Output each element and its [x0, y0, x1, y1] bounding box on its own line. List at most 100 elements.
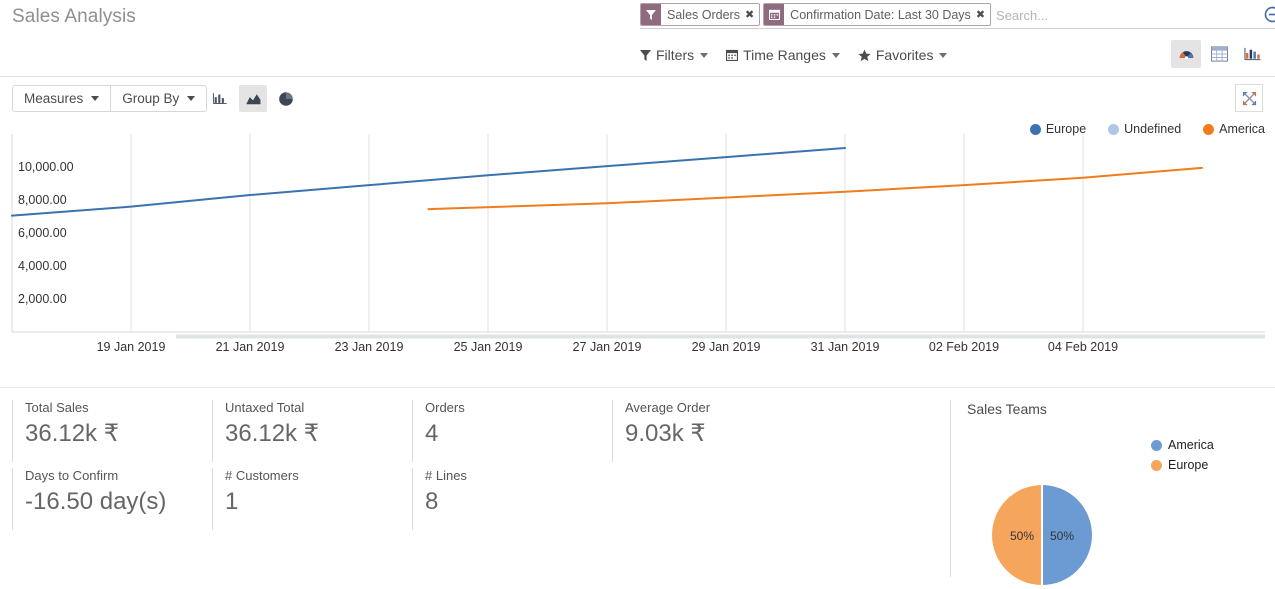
- chevron-down-icon: [939, 52, 948, 58]
- legend-label: America: [1168, 438, 1214, 452]
- svg-text:21 Jan 2019: 21 Jan 2019: [216, 340, 285, 354]
- search-facet-label: Confirmation Date: Last 30 Days: [790, 7, 971, 22]
- svg-text:25 Jan 2019: 25 Jan 2019: [454, 340, 523, 354]
- kpi-value: 1: [225, 488, 239, 515]
- expand-button[interactable]: [1235, 84, 1263, 112]
- measures-button[interactable]: Measures: [13, 86, 111, 111]
- filter-icon: [640, 49, 651, 61]
- line-chart-panel: Europe Undefined America 2,000.00 4,000.0…: [0, 122, 1275, 387]
- kpi-label: # Lines: [425, 468, 467, 483]
- kpi-value: 9.03k ₹: [625, 420, 706, 447]
- kpi-total-sales[interactable]: Total Sales 36.12k ₹: [12, 400, 119, 462]
- search-input[interactable]: [994, 3, 1275, 28]
- kpi-label: Days to Confirm: [25, 468, 119, 483]
- pie-legend-item-europe[interactable]: Europe: [1151, 458, 1214, 472]
- time-ranges-menu[interactable]: Time Ranges: [726, 47, 840, 63]
- line-series-america: [427, 166, 1203, 211]
- svg-text:31 Jan 2019: 31 Jan 2019: [811, 340, 880, 354]
- kpi-average-order[interactable]: Average Order 9.03k ₹: [612, 400, 710, 462]
- y-tick-labels: 2,000.00 4,000.00 6,000.00 8,000.00 10,000.0…: [18, 160, 74, 306]
- calendar-icon: [726, 49, 739, 61]
- kpi-lines[interactable]: # Lines 8: [412, 468, 467, 530]
- kpi-label: # Customers: [225, 468, 299, 483]
- chevron-down-icon: [187, 96, 196, 101]
- kpi-value: 36.12k ₹: [225, 420, 319, 447]
- gridlines: [130, 134, 1084, 332]
- sales-teams-panel: Sales Teams America Europe 50% 50%: [950, 400, 1265, 585]
- close-icon[interactable]: ✖: [744, 4, 759, 25]
- expand-arrows-icon: [1242, 91, 1256, 105]
- measures-groupby-group: Measures Group By: [12, 85, 208, 112]
- filters-menu-label: Filters: [656, 47, 695, 63]
- circle-minus-icon[interactable]: [1264, 6, 1275, 23]
- group-by-button-label: Group By: [122, 91, 180, 106]
- kpi-panel: Total Sales 36.12k ₹ Untaxed Total 36.12…: [0, 387, 1275, 585]
- kpi-orders[interactable]: Orders 4: [412, 400, 465, 462]
- close-icon[interactable]: ✖: [975, 4, 990, 25]
- svg-text:02 Feb 2019: 02 Feb 2019: [929, 340, 999, 354]
- svg-text:19 Jan 2019: 19 Jan 2019: [97, 340, 166, 354]
- dashboard-toolbar: Measures Group By: [0, 77, 1275, 122]
- legend-swatch: [1151, 439, 1162, 451]
- search-bar: Sales Orders ✖ Confirmation Date: Last 3…: [640, 3, 1275, 28]
- pie-chart-legend: America Europe: [1151, 438, 1214, 478]
- group-by-button[interactable]: Group By: [110, 86, 207, 111]
- pie-chart-icon: [279, 91, 293, 106]
- svg-text:2,000.00: 2,000.00: [18, 292, 67, 306]
- view-switcher: [1168, 40, 1267, 68]
- chart-type-bar-button[interactable]: [206, 85, 234, 112]
- control-panel-menus: Filters Time Ranges Favorites: [640, 42, 965, 68]
- favorites-menu-label: Favorites: [875, 47, 934, 63]
- measures-button-label: Measures: [24, 91, 84, 106]
- search-facet-label: Sales Orders: [667, 7, 740, 22]
- kpi-label: Orders: [425, 400, 465, 415]
- kpi-value: 4: [425, 420, 439, 447]
- svg-text:23 Jan 2019: 23 Jan 2019: [335, 340, 404, 354]
- calendar-icon: [764, 4, 785, 25]
- svg-text:10,000.00: 10,000.00: [18, 160, 74, 174]
- x-tick-labels: 19 Jan 2019 21 Jan 2019 23 Jan 2019 25 Jan …: [97, 340, 1119, 354]
- star-icon: [858, 49, 871, 62]
- chart-type-pie-button[interactable]: [272, 85, 300, 112]
- chevron-down-icon: [831, 52, 840, 58]
- line-series-europe: [11, 147, 846, 217]
- chevron-down-icon: [700, 52, 709, 58]
- kpi-customers[interactable]: # Customers 1: [212, 468, 299, 530]
- chart-type-line-button[interactable]: [239, 85, 267, 112]
- kpi-label: Average Order: [625, 400, 711, 415]
- svg-text:04 Feb 2019: 04 Feb 2019: [1048, 340, 1118, 354]
- kpi-untaxed-total[interactable]: Untaxed Total 36.12k ₹: [212, 400, 319, 462]
- svg-text:27 Jan 2019: 27 Jan 2019: [573, 340, 642, 354]
- control-panel: Sales Analysis Sales Orders ✖ Confirmati…: [0, 0, 1275, 77]
- pie-legend-item-america[interactable]: America: [1151, 438, 1214, 452]
- svg-text:29 Jan 2019: 29 Jan 2019: [692, 340, 761, 354]
- line-chart-canvas[interactable]: 2,000.00 4,000.00 6,000.00 8,000.00 10,000.0…: [0, 122, 1275, 387]
- time-ranges-menu-label: Time Ranges: [743, 47, 826, 63]
- kpi-days-to-confirm[interactable]: Days to Confirm -16.50 day(s): [12, 468, 166, 530]
- filters-menu[interactable]: Filters: [640, 47, 709, 63]
- search-facet-confirmation-date[interactable]: Confirmation Date: Last 30 Days ✖: [763, 3, 992, 26]
- bar-chart-icon: [1243, 47, 1261, 61]
- chart-type-group: [206, 85, 305, 112]
- chevron-down-icon: [91, 96, 100, 101]
- kpi-value: -16.50 day(s): [25, 488, 167, 515]
- line-chart-icon: [246, 94, 260, 105]
- chart-scrollbar[interactable]: [176, 334, 1265, 339]
- svg-text:4,000.00: 4,000.00: [18, 259, 67, 273]
- legend-label: Europe: [1168, 458, 1209, 472]
- svg-text:8,000.00: 8,000.00: [18, 193, 67, 207]
- kpi-value: 36.12k ₹: [25, 420, 119, 447]
- legend-swatch: [1151, 459, 1162, 471]
- pie-slice-label: 50%: [1050, 529, 1074, 543]
- kpi-label: Total Sales: [25, 400, 89, 415]
- search-facet-sales-orders[interactable]: Sales Orders ✖: [640, 3, 761, 26]
- breadcrumb: Sales Analysis: [12, 6, 136, 27]
- view-button-dashboard[interactable]: [1171, 40, 1201, 68]
- view-button-graph[interactable]: [1237, 40, 1267, 68]
- view-button-list[interactable]: [1204, 40, 1234, 68]
- favorites-menu[interactable]: Favorites: [858, 47, 948, 63]
- pie-chart-canvas[interactable]: 50% 50%: [987, 480, 1097, 589]
- sales-teams-title: Sales Teams: [967, 401, 1047, 417]
- filter-icon: [641, 4, 661, 25]
- kpi-label: Untaxed Total: [225, 400, 305, 415]
